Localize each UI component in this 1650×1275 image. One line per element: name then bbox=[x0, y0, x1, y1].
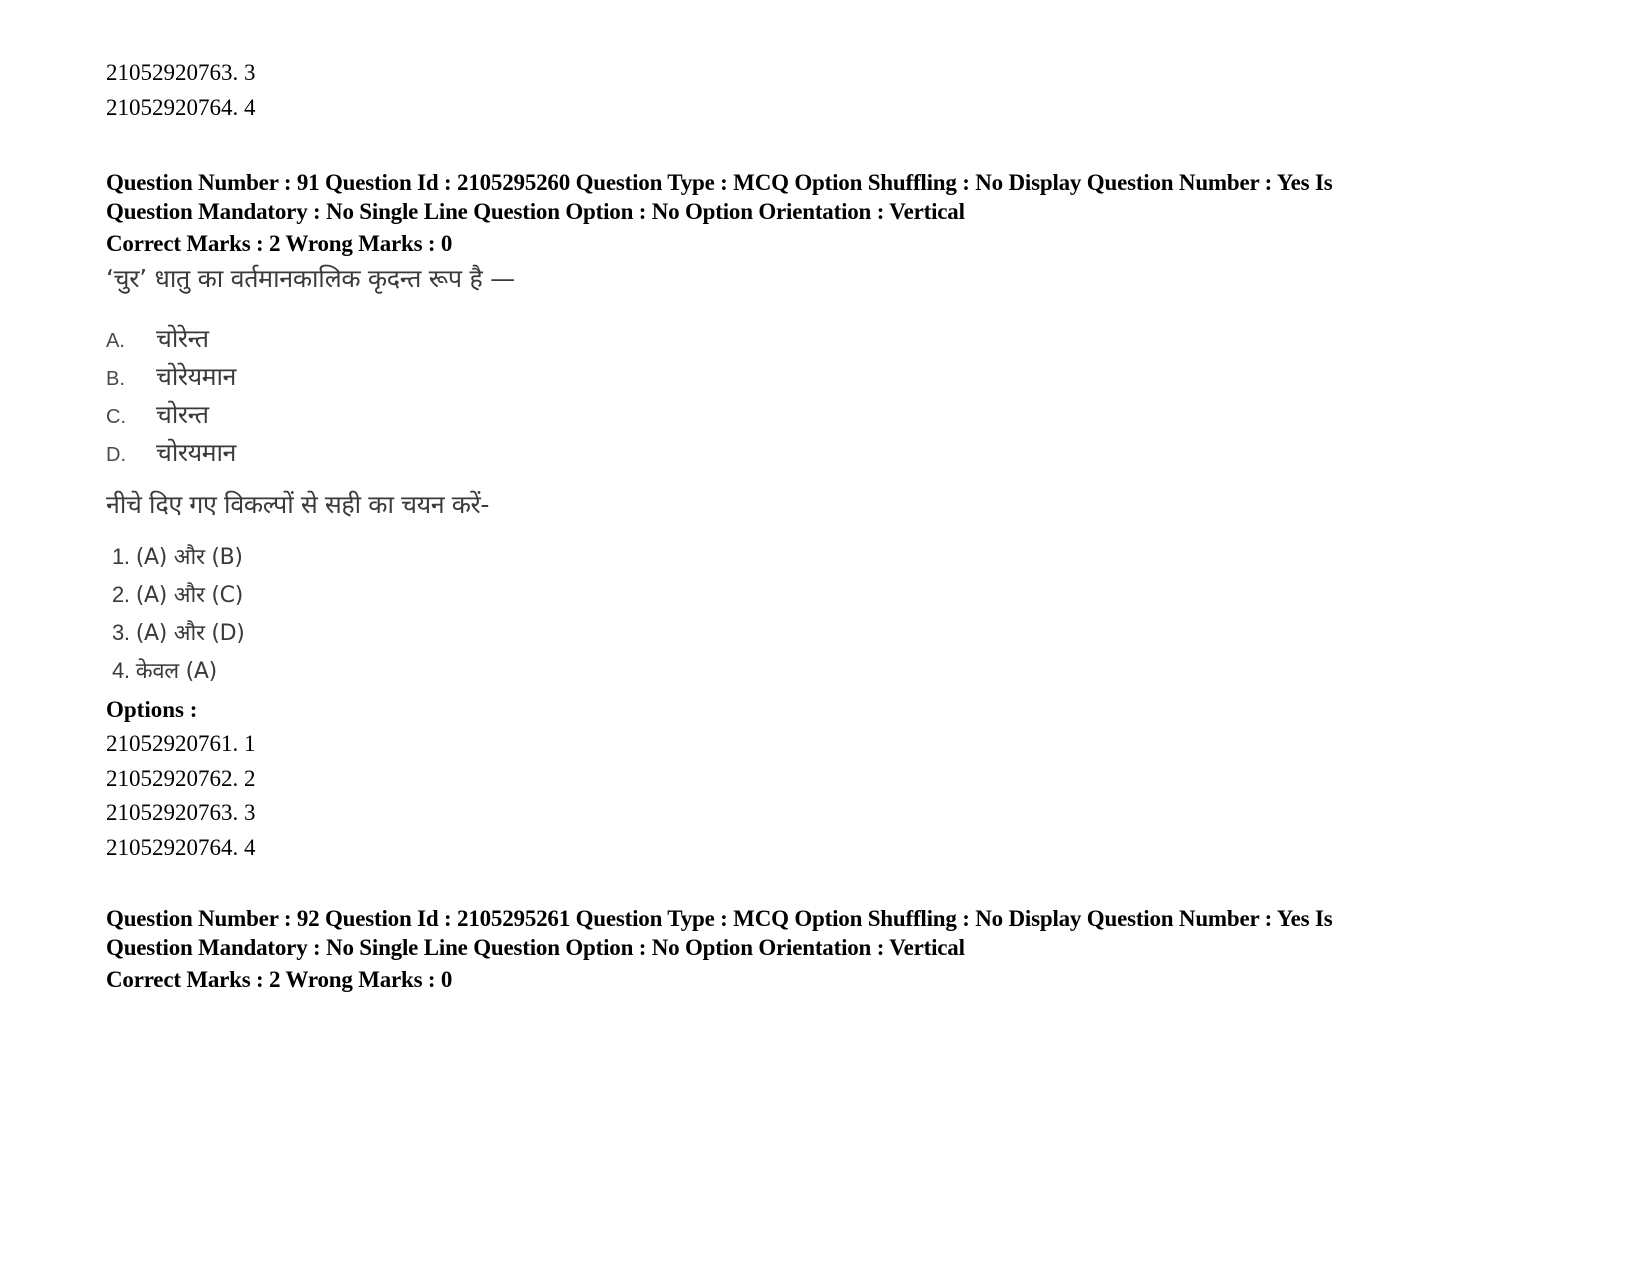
question-91: Question Number : 91 Question Id : 21052… bbox=[106, 169, 1586, 865]
question-instruction: नीचे दिए गए विकल्पों से सही का चयन करें- bbox=[106, 490, 489, 519]
question-item-b: B. चोरेयमान bbox=[106, 359, 1586, 397]
option-separator: . bbox=[232, 731, 244, 756]
option-line: 21052920764. 4 bbox=[106, 831, 1586, 866]
choice-text: केवल (A) bbox=[135, 659, 217, 684]
item-label: A. bbox=[106, 330, 125, 352]
choice-text: (A) और (D) bbox=[135, 621, 245, 646]
options-list: 21052920761. 1 21052920762. 2 2105292076… bbox=[106, 727, 1586, 865]
question-metadata-line-2: Question Mandatory : No Single Line Ques… bbox=[106, 934, 965, 960]
option-line: 21052920764. 4 bbox=[106, 91, 1586, 126]
question-metadata: Question Number : 91 Question Id : 21052… bbox=[106, 169, 1586, 226]
option-value: 4 bbox=[244, 834, 256, 860]
option-line: 21052920762. 2 bbox=[106, 762, 1586, 797]
option-id: 21052920764 bbox=[106, 94, 233, 120]
choice-text: (A) और (C) bbox=[135, 583, 244, 608]
question-metadata-line-2: Question Mandatory : No Single Line Ques… bbox=[106, 198, 965, 224]
question-metadata-line-1: Question Number : 91 Question Id : 21052… bbox=[106, 170, 1333, 195]
question-item-d: D. चोरयमान bbox=[106, 435, 1586, 473]
answer-choice: 2. (A) और (C) bbox=[112, 579, 1586, 617]
option-value: 1 bbox=[244, 731, 256, 756]
option-separator: . bbox=[232, 834, 244, 860]
question-items: A. चोरेन्त B. चोरेयमान C. चोरन्त D. चोरय… bbox=[106, 321, 1586, 473]
question-item-c: C. चोरन्त bbox=[106, 397, 1586, 435]
option-value: 3 bbox=[244, 800, 256, 825]
answer-choices: 1. (A) और (B) 2. (A) और (C) 3. (A) और (D… bbox=[106, 541, 1586, 693]
item-label: D. bbox=[106, 444, 126, 466]
answer-choice: 3. (A) और (D) bbox=[112, 617, 1586, 655]
question-metadata: Question Number : 92 Question Id : 21052… bbox=[106, 905, 1586, 962]
option-value: 3 bbox=[244, 60, 256, 85]
previous-question-options: 21052920763. 3 21052920764. 4 bbox=[106, 56, 1586, 125]
question-metadata-line-1: Question Number : 92 Question Id : 21052… bbox=[106, 906, 1333, 931]
option-line: 21052920763. 3 bbox=[106, 56, 1586, 91]
option-line: 21052920763. 3 bbox=[106, 796, 1586, 831]
option-separator: . bbox=[232, 800, 244, 825]
option-separator: . bbox=[232, 94, 244, 120]
choice-number: 4. bbox=[112, 658, 130, 683]
option-line: 21052920761. 1 bbox=[106, 727, 1586, 762]
item-text: चोरन्त bbox=[156, 400, 209, 429]
answer-choice: 4. केवल (A) bbox=[112, 655, 1586, 693]
item-text: चोरेन्त bbox=[156, 324, 209, 353]
question-body: ‘चुर’ धातु का वर्तमानकालिक कृदन्त रूप है… bbox=[106, 261, 1586, 693]
option-id: 21052920763 bbox=[106, 800, 233, 825]
choice-text: (A) और (B) bbox=[135, 545, 243, 570]
choice-number: 3. bbox=[112, 620, 130, 645]
choice-number: 1. bbox=[112, 544, 130, 569]
document-page: 21052920763. 3 21052920764. 4 Question N… bbox=[106, 56, 1586, 995]
option-separator: . bbox=[232, 60, 244, 85]
question-92: Question Number : 92 Question Id : 21052… bbox=[106, 905, 1586, 995]
option-id: 21052920763 bbox=[106, 60, 233, 85]
item-label: C. bbox=[106, 406, 126, 428]
answer-choice: 1. (A) और (B) bbox=[112, 541, 1586, 579]
choice-number: 2. bbox=[112, 582, 130, 607]
question-item-a: A. चोरेन्त bbox=[106, 321, 1586, 359]
item-text: चोरयमान bbox=[156, 438, 236, 467]
item-text: चोरेयमान bbox=[156, 362, 236, 391]
options-heading: Options : bbox=[106, 697, 198, 722]
option-value: 2 bbox=[244, 765, 256, 791]
question-marks: Correct Marks : 2 Wrong Marks : 0 bbox=[106, 231, 453, 256]
option-separator: . bbox=[232, 765, 244, 791]
option-id: 21052920762 bbox=[106, 765, 233, 791]
question-stem: ‘चुर’ धातु का वर्तमानकालिक कृदन्त रूप है… bbox=[106, 264, 515, 293]
question-marks: Correct Marks : 2 Wrong Marks : 0 bbox=[106, 967, 453, 992]
item-label: B. bbox=[106, 368, 125, 390]
option-value: 4 bbox=[244, 94, 256, 120]
option-id: 21052920761 bbox=[106, 731, 233, 756]
option-id: 21052920764 bbox=[106, 834, 233, 860]
